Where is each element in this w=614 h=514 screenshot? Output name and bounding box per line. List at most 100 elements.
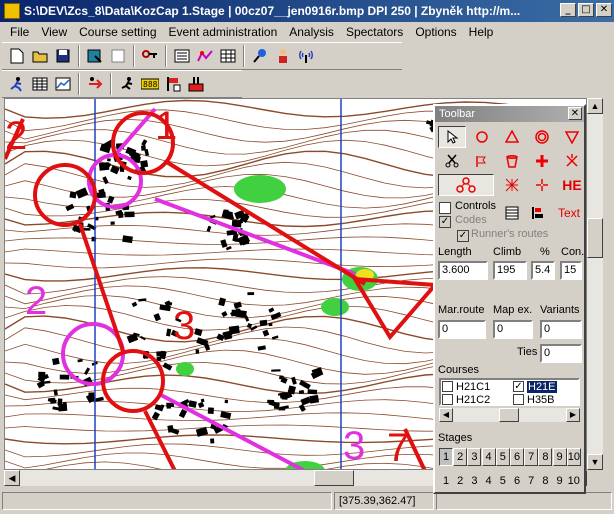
palette-title-bar[interactable]: Toolbar ✕ (435, 106, 584, 122)
select-arrow-tool[interactable] (438, 126, 466, 148)
runner-analysis-icon[interactable] (6, 73, 28, 95)
maximize-button[interactable]: □ (578, 3, 594, 17)
finish-double-circle-tool[interactable] (528, 126, 556, 148)
flag-marker-tool[interactable] (468, 150, 496, 172)
text-tool[interactable]: Text (553, 202, 585, 224)
start-triangle-tool[interactable] (498, 126, 526, 148)
stage-button[interactable]: 8 (538, 448, 553, 466)
finish-icon[interactable] (185, 73, 207, 95)
menu-file[interactable]: File (4, 25, 35, 39)
new-file-icon[interactable] (6, 45, 28, 67)
pin-icon[interactable] (249, 45, 271, 67)
length-label: Length (438, 246, 472, 258)
building (122, 235, 133, 244)
open-folder-icon[interactable] (29, 45, 51, 67)
stage-number: 4 (485, 475, 492, 487)
export-arrow-icon[interactable] (84, 73, 106, 95)
courses-scroll-thumb[interactable] (499, 408, 519, 422)
close-button[interactable]: ✕ (596, 3, 612, 17)
first-aid-cross-tool[interactable] (528, 150, 556, 172)
save-icon[interactable] (52, 45, 74, 67)
toolbar-separator (243, 45, 245, 67)
person-icon[interactable] (272, 45, 294, 67)
down-triangle-tool[interactable] (558, 126, 586, 148)
stage-button[interactable]: 1 (439, 448, 453, 466)
controls-checkbox[interactable] (439, 202, 451, 214)
length-field[interactable]: 3.600 (438, 261, 488, 280)
route-tool[interactable] (438, 174, 494, 196)
building (242, 238, 250, 245)
radio-signal-icon[interactable] (295, 45, 317, 67)
scroll-up-icon[interactable]: ▲ (587, 98, 603, 114)
import-map-icon[interactable] (84, 45, 106, 67)
horizontal-scroll-thumb[interactable] (314, 470, 354, 486)
menu-analysis[interactable]: Analysis (283, 25, 340, 39)
vertical-scroll-thumb[interactable] (587, 218, 603, 258)
stage-button[interactable]: 9 (552, 448, 567, 466)
menu-spectators[interactable]: Spectators (340, 25, 409, 39)
key-icon[interactable] (139, 45, 161, 67)
ties-field[interactable]: 0 (540, 344, 582, 363)
scroll-down-icon[interactable]: ▼ (587, 454, 603, 470)
menu-help[interactable]: Help (463, 25, 500, 39)
courses-scrollbar[interactable]: ◀ ▶ (439, 408, 580, 422)
menu-options[interactable]: Options (409, 25, 462, 39)
course-item[interactable]: H21C2 (442, 393, 490, 406)
counter-icon[interactable]: 888 (139, 73, 161, 95)
flag-icon[interactable] (162, 73, 184, 95)
water-cup-tool[interactable] (498, 150, 526, 172)
courses-scroll-right-icon[interactable]: ▶ (566, 408, 580, 422)
crosshair-tool[interactable] (528, 174, 556, 196)
climb-field[interactable]: 195 (493, 261, 527, 280)
stage-button[interactable]: 6 (510, 448, 524, 466)
stage-button[interactable]: 7 (524, 448, 539, 466)
course-checkbox[interactable]: ✓ (513, 381, 524, 392)
stage-number: 8 (542, 475, 549, 487)
controls-count-field[interactable]: 15 (560, 261, 582, 280)
stage-button[interactable]: 4 (481, 448, 496, 466)
building (259, 319, 268, 327)
vertical-scrollbar[interactable]: ▲ ▼ (587, 98, 603, 470)
he-tool[interactable]: HE (558, 174, 586, 196)
course-item[interactable]: H35B (513, 393, 555, 406)
codes-checkbox[interactable]: ✓ (439, 216, 451, 228)
course-checkbox[interactable] (513, 394, 524, 405)
course-item-selected[interactable]: ✓ H21E (513, 380, 557, 393)
variants-field[interactable]: 0 (540, 320, 582, 339)
mar-route-field[interactable]: 0 (438, 320, 486, 339)
scroll-left-icon[interactable]: ◀ (4, 470, 20, 486)
toolbar-separator (78, 45, 80, 67)
description-sheet-tool[interactable] (501, 202, 523, 224)
menu-view[interactable]: View (35, 25, 73, 39)
runners-routes-checkbox[interactable]: ✓ (457, 230, 469, 242)
control-circle-tool[interactable] (468, 126, 496, 148)
chart-icon[interactable] (52, 73, 74, 95)
course-item[interactable]: H21C1 (442, 380, 490, 393)
course-checkbox[interactable] (442, 381, 453, 392)
blank-page-icon[interactable] (107, 45, 129, 67)
stage-button[interactable]: 5 (495, 448, 510, 466)
courses-list[interactable]: H21C1 ✓ H21E H21C2 H35B (439, 378, 580, 406)
window-title-bar[interactable]: S:\DEV\Zcs_8\Data\KozCap 1.Stage | 00cz0… (0, 0, 614, 22)
run-icon[interactable] (116, 73, 138, 95)
map-exchange-field[interactable]: 0 (493, 320, 533, 339)
control-edit-tool[interactable] (527, 202, 549, 224)
course-checkbox[interactable] (442, 394, 453, 405)
list-icon[interactable] (171, 45, 193, 67)
route-graph-icon[interactable] (194, 45, 216, 67)
out-of-bounds-tool[interactable] (498, 174, 526, 196)
scissors-tool[interactable] (438, 150, 466, 172)
menu-course-setting[interactable]: Course setting (73, 25, 162, 39)
courses-scroll-left-icon[interactable]: ◀ (439, 408, 453, 422)
palette-close-button[interactable]: ✕ (568, 107, 582, 120)
percent-field[interactable]: 5.4 (531, 261, 555, 280)
stage-button[interactable]: 2 (453, 448, 468, 466)
grid-icon[interactable] (29, 73, 51, 95)
building (200, 398, 205, 403)
stage-button[interactable]: 3 (467, 448, 482, 466)
menu-event-administration[interactable]: Event administration (163, 25, 284, 39)
minimize-button[interactable]: _ (560, 3, 576, 17)
stage-button[interactable]: 10 (566, 448, 581, 466)
crossing-point-tool[interactable] (558, 150, 586, 172)
table-icon[interactable] (217, 45, 239, 67)
